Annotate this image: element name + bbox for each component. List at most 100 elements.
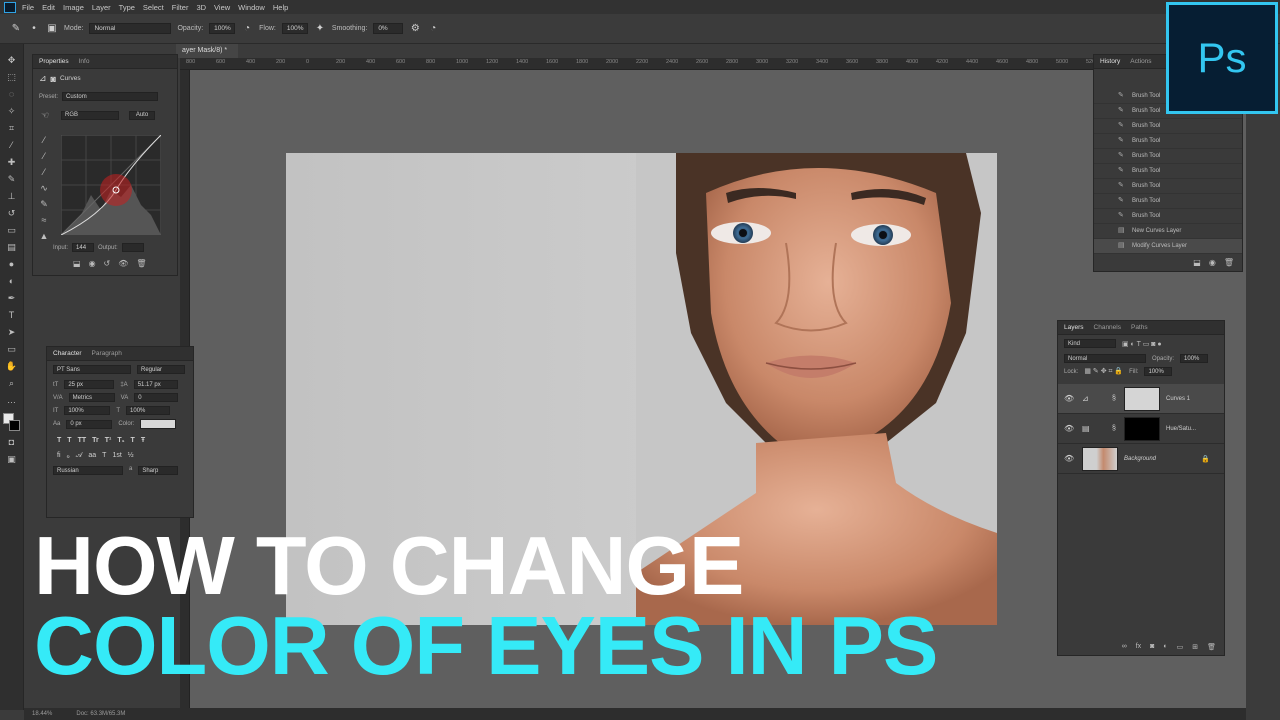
fractions-icon[interactable]: ½	[128, 452, 134, 460]
marquee-tool-icon[interactable]: ⬚	[4, 69, 20, 85]
brush-icon[interactable]: ✎	[10, 23, 22, 35]
underline-icon[interactable]: T	[131, 437, 135, 444]
stylistic-icon[interactable]: aa	[88, 452, 96, 460]
pressure-size-icon[interactable]: ◔	[427, 23, 439, 35]
pencil-icon[interactable]: ✎	[39, 199, 49, 209]
output-field[interactable]	[121, 243, 144, 252]
background-thumbnail[interactable]	[1082, 446, 1118, 471]
layer-row-hue-saturation[interactable]: 👁 ▤ § Hue/Satu...	[1058, 414, 1224, 444]
brush-size-icon[interactable]: •	[28, 23, 40, 35]
faux-italic-icon[interactable]: T	[67, 437, 71, 444]
fill-input[interactable]: 100%	[1144, 367, 1173, 376]
background-color-swatch[interactable]	[8, 420, 20, 431]
layer-row-background[interactable]: 👁 Background 🔒	[1058, 444, 1224, 474]
auto-button[interactable]: Auto	[129, 110, 155, 120]
swash-icon[interactable]: 𝒜	[76, 452, 83, 460]
document-tab[interactable]: ayer Mask/8) *	[176, 44, 238, 58]
menu-file[interactable]: File	[22, 3, 34, 12]
gradient-icon[interactable]: ▤	[4, 239, 20, 255]
trash-icon[interactable]: 🗑	[136, 259, 146, 268]
tab-layers[interactable]: Layers	[1064, 324, 1084, 331]
history-brush-icon[interactable]: ↺	[4, 205, 20, 221]
new-adjustment-icon[interactable]: ◐	[1163, 643, 1167, 651]
smooth-icon[interactable]: ≈	[39, 215, 49, 225]
history-item[interactable]: ✎ Brush Tool	[1094, 134, 1242, 149]
link-layers-icon[interactable]: ∞	[1122, 643, 1127, 651]
trash-icon[interactable]: 🗑	[1207, 643, 1216, 651]
color-swatches[interactable]	[2, 413, 21, 433]
blend-mode-select[interactable]: Normal	[1064, 354, 1146, 363]
vertical-scale-input[interactable]: 100%	[64, 406, 111, 415]
menu-image[interactable]: Image	[63, 3, 84, 12]
shape-tool-icon[interactable]: ▭	[4, 341, 20, 357]
trash-icon[interactable]: 🗑	[1224, 258, 1234, 267]
menu-type[interactable]: Type	[119, 3, 135, 12]
tab-actions[interactable]: Actions	[1130, 58, 1151, 65]
all-caps-icon[interactable]: TT	[78, 437, 87, 444]
layer-mask-thumbnail[interactable]	[1124, 416, 1160, 441]
dodge-icon[interactable]: ◐	[4, 273, 20, 289]
ordinals-icon[interactable]: 1st	[112, 452, 121, 460]
eye-icon[interactable]: 👁	[1064, 424, 1076, 433]
crop-tool-icon[interactable]: ⌗	[4, 120, 20, 136]
channel-select[interactable]: RGB	[61, 110, 119, 120]
clip-to-layer-icon[interactable]: ⬓	[73, 259, 81, 268]
eyedropper-icon[interactable]: ⁄	[4, 137, 20, 153]
menu-select[interactable]: Select	[143, 3, 164, 12]
filter-icons[interactable]: ▣ ◐ T ▭ ◙ ●	[1122, 340, 1162, 348]
tab-character[interactable]: Character	[53, 350, 82, 357]
history-item[interactable]: ▤ New Curves Layer	[1094, 224, 1242, 239]
eyedropper-gray-icon[interactable]: ⁄	[39, 151, 49, 161]
font-style-select[interactable]: Regular	[137, 365, 185, 374]
blur-icon[interactable]: ●	[4, 256, 20, 272]
move-tool-icon[interactable]: ✥	[4, 52, 20, 68]
brush-settings-icon[interactable]: ▣	[46, 23, 58, 35]
text-color-swatch[interactable]	[140, 419, 177, 429]
history-item-current[interactable]: ▤ Modify Curves Layer	[1094, 239, 1242, 254]
snapshot-icon[interactable]: ◉	[1209, 258, 1216, 267]
eye-icon[interactable]: 👁	[1064, 394, 1076, 403]
doc-size[interactable]: Doc: 63.3M/65.3M	[76, 711, 125, 717]
screen-mode-icon[interactable]: ▣	[4, 451, 20, 467]
tab-history[interactable]: History	[1100, 58, 1120, 65]
type-tool-icon[interactable]: T	[4, 307, 20, 323]
menu-layer[interactable]: Layer	[92, 3, 111, 12]
path-select-icon[interactable]: ➤	[4, 324, 20, 340]
language-select[interactable]: Russian	[53, 466, 123, 475]
new-layer-icon[interactable]: ⊞	[1192, 643, 1198, 651]
layer-row-curves[interactable]: 👁 ⊿ § Curves 1	[1058, 384, 1224, 414]
menu-help[interactable]: Help	[273, 3, 288, 12]
menu-window[interactable]: Window	[238, 3, 265, 12]
eyedropper-black-icon[interactable]: ⁄	[39, 135, 49, 145]
preset-select[interactable]: Custom	[62, 92, 159, 101]
new-document-from-state-icon[interactable]: ⬓	[1193, 258, 1201, 267]
layer-mask-thumbnail[interactable]	[1124, 386, 1160, 411]
zoom-tool-icon[interactable]: ⌕	[4, 375, 20, 391]
history-item[interactable]: ✎ Brush Tool	[1094, 149, 1242, 164]
tab-paths[interactable]: Paths	[1131, 324, 1148, 331]
eyedropper-white-icon[interactable]: ⁄	[39, 167, 49, 177]
layer-filter-select[interactable]: Kind	[1064, 339, 1116, 348]
magic-wand-icon[interactable]: ✧	[4, 103, 20, 119]
font-family-select[interactable]: PT Sans	[53, 365, 131, 374]
hand-tool-icon[interactable]: ✋	[4, 358, 20, 374]
lasso-tool-icon[interactable]: ◌	[4, 86, 20, 102]
menu-3d[interactable]: 3D	[196, 3, 206, 12]
history-item[interactable]: ✎ Brush Tool	[1094, 194, 1242, 209]
curve-edit-icon[interactable]: ∿	[39, 183, 49, 193]
small-caps-icon[interactable]: Tr	[92, 437, 99, 444]
kerning-select[interactable]: Metrics	[68, 393, 115, 402]
pen-tool-icon[interactable]: ✒	[4, 290, 20, 306]
anti-alias-select[interactable]: Sharp	[138, 466, 179, 475]
layer-opacity-input[interactable]: 100%	[1180, 354, 1209, 363]
target-adjust-icon[interactable]: ☜	[39, 107, 51, 123]
airbrush-icon[interactable]: ✦	[314, 23, 326, 35]
leading-input[interactable]: 51.17 px	[133, 380, 178, 389]
lock-icons[interactable]: ▦ ✎ ✥ ⌗ 🔒	[1084, 367, 1123, 376]
font-size-input[interactable]: 25 px	[64, 380, 115, 389]
layer-style-icon[interactable]: fx	[1136, 643, 1141, 651]
history-item[interactable]: ✎ Brush Tool	[1094, 209, 1242, 224]
gear-icon[interactable]: ⚙	[409, 23, 421, 35]
history-item[interactable]: ✎ Brush Tool	[1094, 164, 1242, 179]
view-previous-icon[interactable]: ◉	[89, 259, 96, 268]
